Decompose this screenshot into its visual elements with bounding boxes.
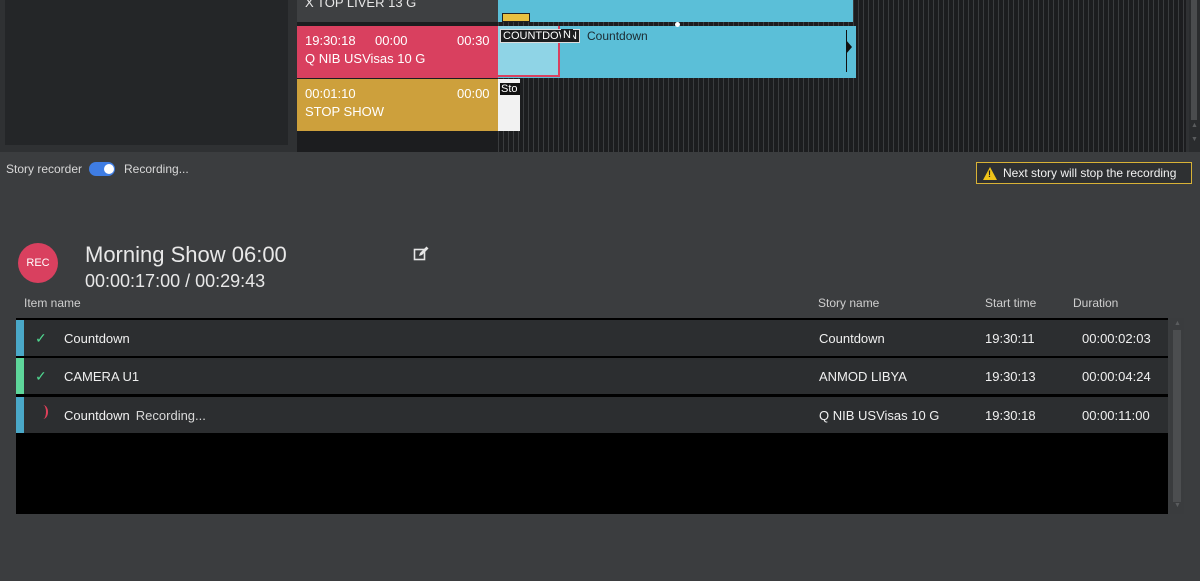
story-name: Countdown: [819, 331, 885, 346]
toggle-knob[interactable]: [104, 164, 114, 174]
table-scrollbar[interactable]: ▲ ▼: [1170, 318, 1184, 514]
recording-spinner-icon: [38, 405, 48, 419]
clip-end-arrow-icon: [846, 40, 852, 54]
story-recorder-label: Story recorder: [6, 162, 83, 176]
checkmark-icon: ✓: [35, 368, 47, 384]
row-color-bar: [16, 397, 24, 433]
story-duration: 00:00: [457, 86, 490, 101]
duration: 00:00:11:00: [1082, 408, 1150, 423]
story-duration: 00:30: [457, 33, 490, 48]
column-header-item[interactable]: Item name: [24, 296, 81, 310]
item-recording-status: Recording...: [135, 408, 206, 423]
start-time: 19:30:18: [985, 408, 1036, 423]
item-name: Countdown: [64, 408, 130, 423]
column-header-start[interactable]: Start time: [985, 296, 1036, 310]
story-title: Q NIB USVisas 10 G: [305, 51, 426, 66]
story-block-next[interactable]: 00:01:10 00:00 STOP SHOW: [297, 79, 498, 131]
scrollbar-thumb[interactable]: [1173, 330, 1181, 502]
story-column: X TOP LIVER 13 G 19:30:18 00:00 00:30 Q …: [297, 0, 498, 152]
edit-icon[interactable]: [413, 246, 429, 262]
timeline-scrollbar[interactable]: ▲ ▼: [1189, 0, 1200, 152]
show-title: Morning Show 06:00: [85, 242, 287, 267]
item-name: CAMERA U1: [64, 369, 140, 384]
scroll-up-icon[interactable]: ▲: [1191, 122, 1198, 129]
scroll-down-icon[interactable]: ▼: [1191, 136, 1198, 143]
scrollbar-thumb[interactable]: [1191, 0, 1197, 120]
recording-status: Recording...: [124, 162, 189, 176]
story-title: X TOP LIVER 13 G: [305, 0, 417, 10]
item-name: Countdown: [64, 331, 130, 346]
duration: 00:00:02:03: [1082, 331, 1151, 346]
start-time: 19:30:13: [985, 369, 1036, 384]
story-times: 19:30:18 00:00 00:30: [305, 32, 490, 50]
scroll-down-icon[interactable]: ▼: [1174, 502, 1181, 509]
story-start: 00:01:10: [305, 86, 356, 101]
clip-tag: N: [561, 29, 573, 41]
table-row[interactable]: ✓ CAMERA U1 ANMOD LIBYA 19:30:13 00:00:0…: [16, 358, 1168, 394]
story-block-previous[interactable]: X TOP LIVER 13 G: [297, 0, 498, 22]
start-time: 19:30:11: [985, 331, 1035, 346]
row-color-bar: [16, 320, 24, 356]
show-time: 00:00:17:00 / 00:29:43: [85, 271, 266, 291]
rec-badge: REC: [18, 243, 58, 283]
story-name: Q NIB USVisas 10 G: [819, 408, 940, 423]
table-row[interactable]: ✓ Countdown Countdown 19:30:11 00:00:02:…: [16, 320, 1168, 356]
warning-text: Next story will stop the recording: [1003, 166, 1177, 180]
timeline-clip[interactable]: [498, 0, 853, 22]
clip-label: Sto: [500, 83, 520, 95]
story-times: 00:01:10 00:00: [305, 85, 490, 103]
story-name: ANMOD LIBYA: [819, 369, 907, 384]
story-start: 19:30:18: [305, 33, 356, 48]
warning-banner: ! Next story will stop the recording: [976, 162, 1192, 184]
story-title: STOP SHOW: [305, 104, 384, 119]
checkmark-icon: ✓: [35, 330, 47, 346]
clip-label: Countdown: [587, 29, 648, 43]
scroll-up-icon[interactable]: ▲: [1174, 320, 1181, 327]
table-row[interactable]: Countdown Recording... Q NIB USVisas 10 G…: [16, 397, 1168, 433]
timeline-area: X TOP LIVER 13 G 19:30:18 00:00 00:30 Q …: [0, 0, 1200, 152]
column-header-story[interactable]: Story name: [818, 296, 879, 310]
warning-icon: !: [983, 166, 997, 180]
clip-marker: [502, 13, 530, 22]
playhead-marker[interactable]: [675, 22, 680, 27]
story-block-current[interactable]: 19:30:18 00:00 00:30 Q NIB USVisas 10 G: [297, 26, 498, 78]
item-name-cell: Countdown Recording...: [64, 408, 206, 423]
duration: 00:00:04:24: [1082, 369, 1151, 384]
story-elapsed: 00:00: [375, 33, 408, 48]
column-header-duration[interactable]: Duration: [1073, 296, 1118, 310]
row-color-bar: [16, 358, 24, 394]
recorded-items-table: ✓ Countdown Countdown 19:30:11 00:00:02:…: [16, 318, 1168, 514]
preview-panel: [5, 0, 288, 145]
